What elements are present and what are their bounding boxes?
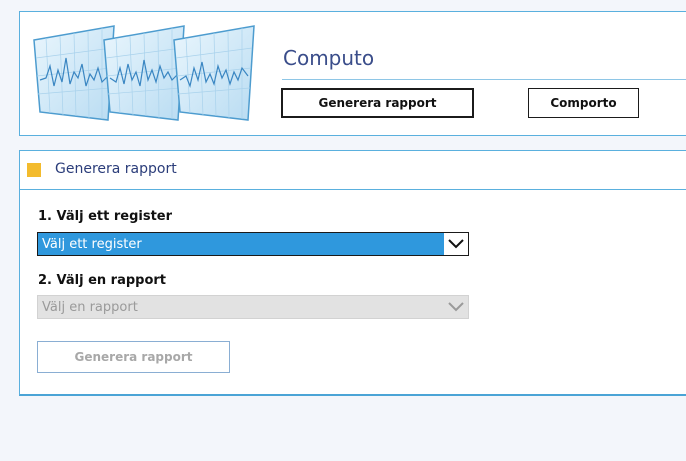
generate-report-submit-button[interactable]: Generera rapport bbox=[37, 341, 230, 373]
report-label: 2. Välj en rapport bbox=[38, 273, 167, 288]
panel-title: Generera rapport bbox=[55, 161, 177, 177]
register-label: 1. Välj ett register bbox=[38, 209, 173, 224]
title-divider bbox=[282, 79, 686, 80]
app-title: Computo bbox=[283, 46, 375, 70]
register-select[interactable]: Välj ett register bbox=[37, 232, 469, 256]
report-select[interactable]: Välj en rapport bbox=[37, 295, 469, 319]
report-form-panel: Generera rapport 1. Välj ett register Vä… bbox=[19, 150, 686, 396]
panel-accent-square bbox=[27, 163, 41, 177]
generate-report-nav-button[interactable]: Generera rapport bbox=[281, 88, 474, 118]
register-select-value: Välj ett register bbox=[42, 236, 142, 252]
monitor-panel-3 bbox=[173, 25, 255, 121]
chevron-down-icon bbox=[444, 233, 468, 255]
panel-header: Generera rapport bbox=[20, 151, 686, 190]
chevron-down-icon bbox=[444, 296, 468, 318]
monitor-panel-1 bbox=[33, 25, 115, 121]
header-panel: Computo Generera rapport Comporto bbox=[19, 11, 686, 136]
report-select-value: Välj en rapport bbox=[42, 299, 138, 315]
comporto-nav-button[interactable]: Comporto bbox=[528, 88, 639, 118]
waveform-monitors-logo bbox=[33, 25, 255, 121]
monitor-panel-2 bbox=[103, 25, 185, 121]
